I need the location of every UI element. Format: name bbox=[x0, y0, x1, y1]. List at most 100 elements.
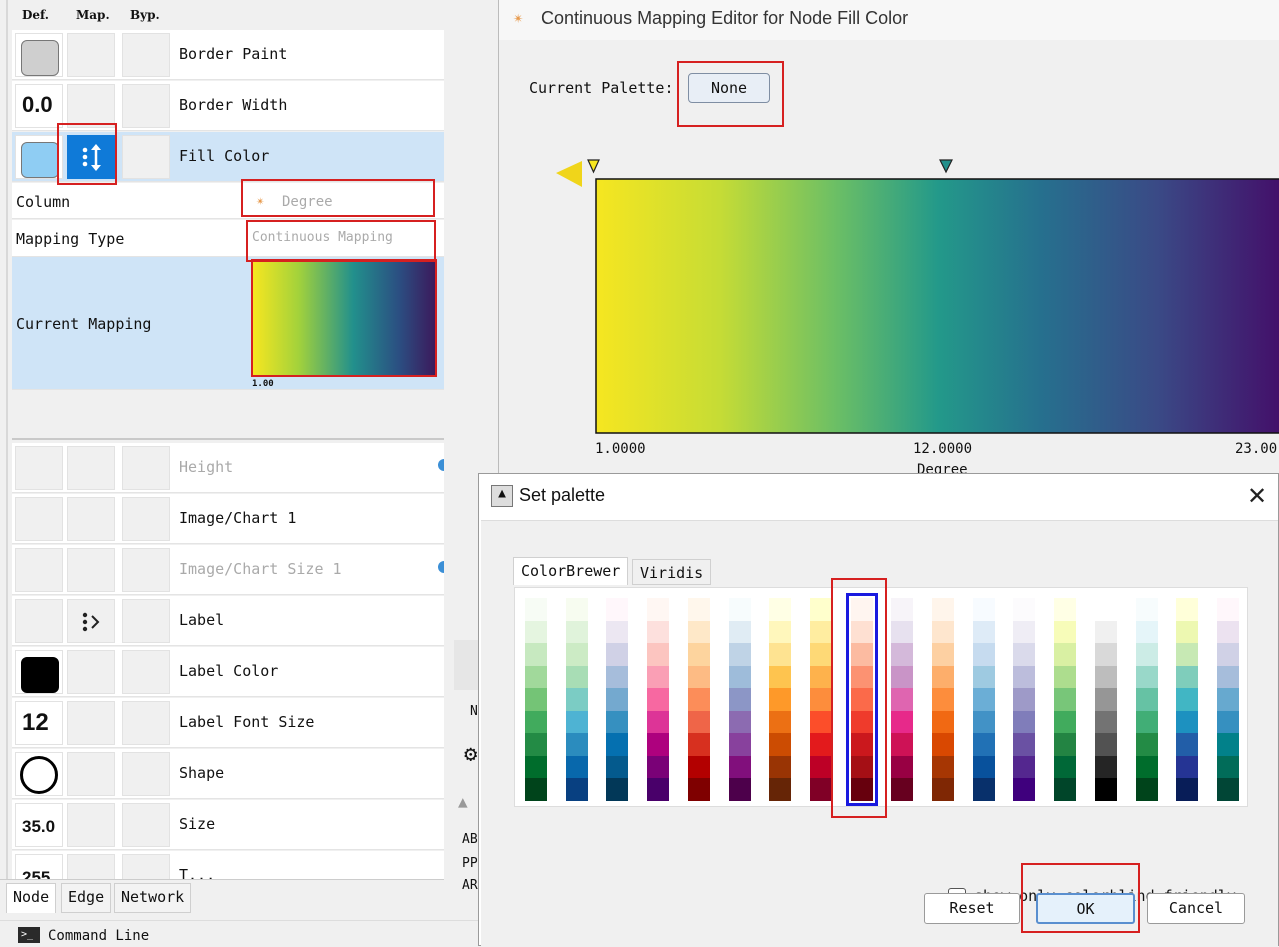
def-cell[interactable]: 255 bbox=[15, 854, 63, 879]
row-shape[interactable]: Shape bbox=[12, 749, 444, 799]
command-line-bar[interactable]: >_ Command Line bbox=[0, 920, 478, 946]
def-cell[interactable] bbox=[15, 599, 63, 643]
palette-column[interactable] bbox=[1176, 598, 1199, 801]
byp-cell[interactable] bbox=[122, 803, 170, 847]
reset-button[interactable]: Reset bbox=[924, 893, 1020, 924]
gear-icon[interactable]: ⚙ bbox=[464, 742, 477, 767]
palette-column[interactable] bbox=[1094, 598, 1117, 801]
row-height[interactable]: Height bbox=[12, 443, 450, 493]
palette-column[interactable] bbox=[769, 598, 792, 801]
byp-cell[interactable] bbox=[122, 33, 170, 77]
palette-column[interactable] bbox=[1054, 598, 1077, 801]
gradient-editor[interactable] bbox=[549, 155, 1279, 465]
byp-cell[interactable] bbox=[122, 650, 170, 694]
map-cell[interactable] bbox=[67, 33, 115, 77]
map-cell[interactable] bbox=[67, 701, 115, 745]
ok-button[interactable]: OK bbox=[1036, 893, 1135, 924]
tab-network[interactable]: Network bbox=[114, 883, 192, 913]
palette-column[interactable] bbox=[932, 598, 954, 801]
def-cell[interactable] bbox=[15, 135, 63, 179]
current-mapping-property[interactable]: Current Mapping 1.00 bbox=[12, 257, 444, 390]
def-cell[interactable] bbox=[15, 446, 63, 490]
mapping-type-property[interactable]: Mapping Type Continuous Mapping bbox=[12, 220, 444, 257]
def-cell[interactable] bbox=[15, 548, 63, 592]
palette-column[interactable] bbox=[565, 598, 588, 801]
border-width-value: 0.0 bbox=[22, 92, 53, 117]
close-icon[interactable]: ✕ bbox=[1247, 482, 1267, 511]
palette-swatch bbox=[687, 665, 710, 688]
byp-cell[interactable] bbox=[122, 446, 170, 490]
mapping-preview[interactable] bbox=[253, 262, 435, 376]
mapping-type-value[interactable]: Continuous Mapping bbox=[252, 230, 393, 245]
palette-column[interactable] bbox=[606, 598, 629, 801]
palette-column[interactable] bbox=[525, 598, 547, 801]
palette-swatch bbox=[1216, 665, 1239, 688]
map-cell[interactable] bbox=[67, 599, 115, 643]
byp-cell[interactable] bbox=[122, 497, 170, 541]
map-cell[interactable] bbox=[67, 548, 115, 592]
palette-column[interactable] bbox=[845, 593, 878, 806]
palette-column[interactable] bbox=[687, 598, 710, 801]
def-cell[interactable] bbox=[15, 650, 63, 694]
map-cell[interactable] bbox=[67, 497, 115, 541]
def-cell[interactable]: 35.0 bbox=[15, 803, 63, 847]
palette-column[interactable] bbox=[1135, 598, 1158, 801]
row-label[interactable]: Label bbox=[12, 596, 444, 646]
byp-cell[interactable] bbox=[122, 548, 170, 592]
palette-column[interactable] bbox=[647, 598, 670, 801]
byp-cell[interactable] bbox=[122, 752, 170, 796]
palette-column[interactable] bbox=[972, 598, 995, 801]
row-label-color[interactable]: Label Color bbox=[12, 647, 444, 697]
palette-swatch bbox=[769, 620, 792, 643]
byp-cell[interactable] bbox=[122, 599, 170, 643]
palette-column[interactable] bbox=[809, 598, 832, 801]
map-cell[interactable] bbox=[67, 84, 115, 128]
hierarchy-icon[interactable]: ▲ bbox=[458, 792, 468, 811]
palette-swatch bbox=[972, 778, 995, 801]
def-cell[interactable] bbox=[15, 33, 63, 77]
row-image-chart-1[interactable]: Image/Chart 1 bbox=[12, 494, 444, 544]
palette-swatch bbox=[1135, 620, 1158, 643]
column-value[interactable]: Degree bbox=[282, 194, 333, 210]
column-property[interactable]: Column ✴ Degree bbox=[12, 183, 444, 219]
palette-swatch bbox=[1013, 688, 1036, 711]
def-cell[interactable]: 0.0 bbox=[15, 84, 63, 128]
palette-column[interactable] bbox=[1216, 598, 1239, 801]
cancel-button[interactable]: Cancel bbox=[1147, 893, 1245, 924]
palette-column[interactable] bbox=[1013, 598, 1036, 801]
tab-viridis[interactable]: Viridis bbox=[632, 559, 712, 585]
row-size[interactable]: 35.0 Size bbox=[12, 800, 444, 850]
byp-cell[interactable] bbox=[122, 84, 170, 128]
tab-edge[interactable]: Edge bbox=[61, 883, 112, 913]
passthrough-mapping-icon bbox=[82, 612, 100, 632]
map-cell[interactable] bbox=[67, 446, 115, 490]
def-cell[interactable]: 12 bbox=[15, 701, 63, 745]
palette-swatch bbox=[809, 710, 832, 733]
def-cell[interactable] bbox=[15, 497, 63, 541]
map-cell[interactable] bbox=[67, 135, 115, 179]
row-label-font-size[interactable]: 12 Label Font Size bbox=[12, 698, 444, 748]
palette-column[interactable] bbox=[728, 598, 751, 801]
palette-swatch bbox=[1013, 665, 1036, 688]
tab-node[interactable]: Node bbox=[6, 883, 57, 913]
editor-title-bar: ✴ Continuous Mapping Editor for Node Fil… bbox=[499, 0, 1279, 40]
map-cell[interactable] bbox=[67, 650, 115, 694]
palette-grid[interactable] bbox=[514, 587, 1248, 807]
map-cell[interactable] bbox=[67, 803, 115, 847]
row-transparency[interactable]: 255 T... bbox=[12, 851, 444, 879]
map-cell[interactable] bbox=[67, 752, 115, 796]
row-fill-color[interactable]: Fill Color bbox=[12, 132, 444, 182]
row-image-chart-size-1[interactable]: Image/Chart Size 1 bbox=[12, 545, 450, 595]
byp-cell[interactable] bbox=[122, 854, 170, 879]
row-border-paint[interactable]: Border Paint bbox=[12, 30, 444, 80]
palette-swatch bbox=[1094, 643, 1117, 666]
byp-cell[interactable] bbox=[122, 701, 170, 745]
byp-cell[interactable] bbox=[122, 135, 170, 179]
tab-colorbrewer[interactable]: ColorBrewer bbox=[513, 557, 629, 585]
row-border-width[interactable]: 0.0 Border Width bbox=[12, 81, 444, 131]
map-cell[interactable] bbox=[67, 854, 115, 879]
palette-column[interactable] bbox=[891, 598, 914, 801]
def-cell[interactable] bbox=[15, 752, 63, 796]
palette-swatch bbox=[606, 710, 629, 733]
palette-button[interactable]: None bbox=[688, 73, 770, 103]
